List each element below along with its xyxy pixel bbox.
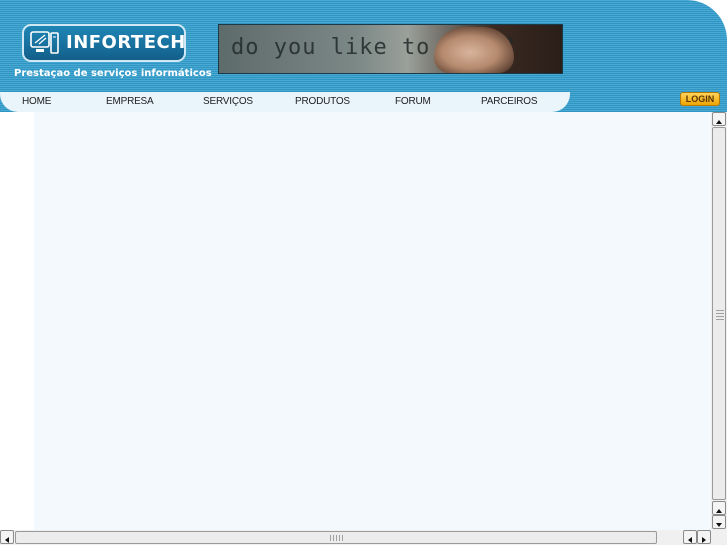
scroll-up-button[interactable] [712, 112, 726, 126]
scroll-up-button-lower[interactable] [712, 501, 726, 515]
nav-item-empresa[interactable]: EMPRESA [106, 96, 154, 107]
vertical-scrollbar[interactable] [711, 112, 727, 530]
arrow-left-icon [5, 537, 9, 543]
tagline: Prestaçao de serviços informáticos [14, 68, 212, 79]
nav-item-parceiros[interactable]: PARCEIROS [481, 96, 538, 107]
nav-item-forum[interactable]: FORUM [395, 96, 431, 107]
scroll-left-button[interactable] [0, 530, 14, 544]
arrow-left-icon [688, 537, 692, 543]
nav-item-servicos[interactable]: SERVIÇOS [203, 96, 253, 107]
scroll-down-button[interactable] [712, 515, 726, 529]
logo-text: INFORTECH [66, 32, 186, 53]
arrow-right-icon [702, 537, 706, 543]
main-nav: HOME EMPRESA SERVIÇOS PRODUTOS FORUM PAR… [0, 92, 570, 112]
main-content-area [34, 112, 711, 530]
grip-icon [716, 308, 724, 320]
banner-photo [434, 27, 514, 73]
horizontal-scrollbar[interactable] [0, 530, 727, 545]
nav-item-home[interactable]: HOME [22, 96, 51, 107]
scroll-right-button[interactable] [697, 530, 711, 544]
logo[interactable]: INFORTECH [22, 24, 186, 62]
scroll-left-button-right[interactable] [683, 530, 697, 544]
login-button[interactable]: LOGIN [680, 92, 720, 106]
nav-item-produtos[interactable]: PRODUTOS [295, 96, 350, 107]
grip-icon [330, 535, 344, 541]
computer-monitor-icon [30, 31, 59, 54]
horizontal-scroll-thumb[interactable] [15, 531, 657, 544]
vertical-scroll-thumb[interactable] [712, 127, 726, 500]
promo-banner[interactable]: do you like to play? [218, 24, 563, 74]
